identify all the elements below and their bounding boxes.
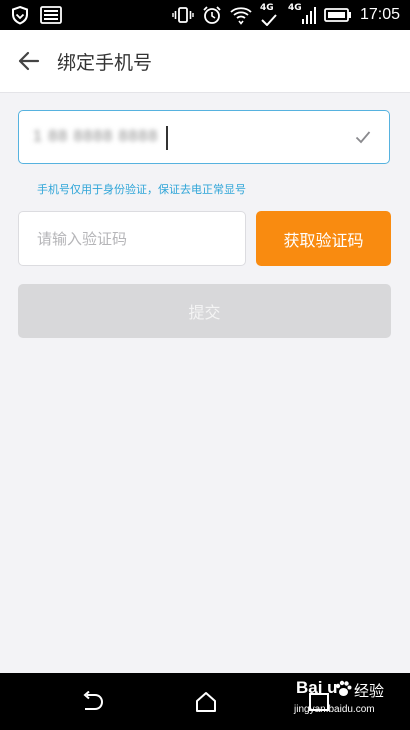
battery-icon xyxy=(324,8,351,22)
signal-4g-indicator: 4G xyxy=(288,4,316,26)
security-shield-icon xyxy=(12,5,28,25)
text-caret xyxy=(166,126,168,150)
watermark-jingyan: 经验 xyxy=(354,682,385,700)
verification-code-input[interactable] xyxy=(37,228,227,250)
baidu-jingyan-watermark: Bai u 经验 jingyan.baidu.com xyxy=(284,678,404,726)
nav-home-icon[interactable] xyxy=(195,691,217,713)
vibrate-icon xyxy=(172,7,194,23)
alarm-icon xyxy=(203,6,221,24)
watermark-brand: Bai u xyxy=(296,678,338,697)
status-right-icons: 4G 4G 17:05 xyxy=(172,4,400,26)
network-4g-indicator: 4G xyxy=(260,4,280,26)
clock-time: 17:05 xyxy=(359,6,400,23)
status-bar: 4G 4G 17:05 xyxy=(0,0,410,30)
check-sync-icon xyxy=(261,14,277,26)
verification-code-field[interactable] xyxy=(18,211,246,266)
app-header: 绑定手机号 xyxy=(0,30,410,93)
phone-usage-hint: 手机号仅用于身份验证，保证去电正常显号 xyxy=(37,183,246,196)
submit-button[interactable]: 提交 xyxy=(18,284,391,338)
page-title: 绑定手机号 xyxy=(57,52,153,74)
signal-strength-icon xyxy=(301,7,316,24)
phone-number-field[interactable] xyxy=(18,110,390,164)
check-icon xyxy=(355,131,371,144)
back-arrow-icon[interactable] xyxy=(16,48,42,74)
image-notification-icon xyxy=(40,6,62,24)
phone-number-input[interactable] xyxy=(33,125,333,149)
nav-back-icon[interactable] xyxy=(80,691,104,713)
get-verification-code-button[interactable]: 获取验证码 xyxy=(256,211,391,266)
wifi-icon xyxy=(230,7,252,25)
baidu-paw-logo-icon xyxy=(335,680,352,696)
status-left-icons xyxy=(10,5,62,25)
network-type-label-secondary: 4G xyxy=(287,3,302,13)
network-type-label: 4G xyxy=(259,3,274,13)
watermark-url: jingyan.baidu.com xyxy=(294,704,375,715)
